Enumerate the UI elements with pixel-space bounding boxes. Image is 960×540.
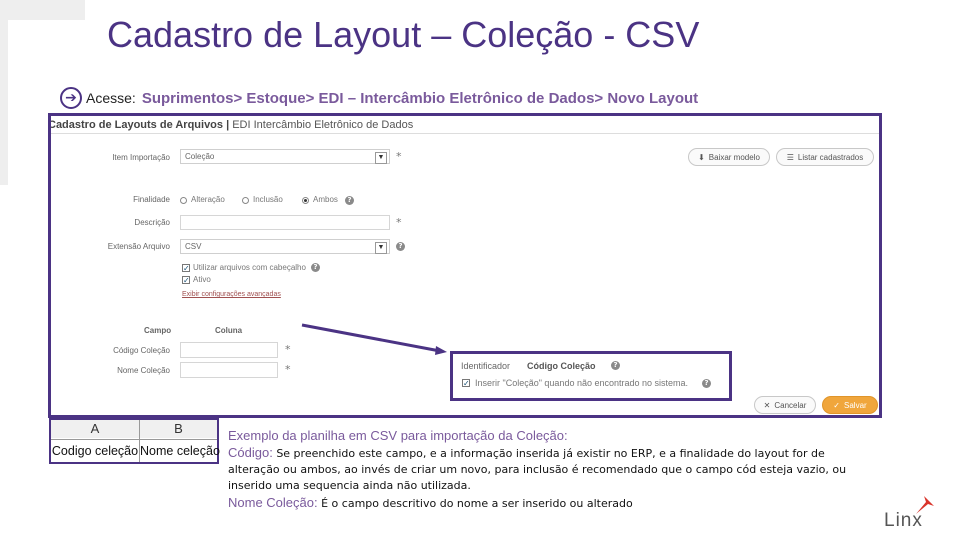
sheet-column-b: B [140, 420, 217, 438]
codigo-description-line2: alteração ou ambos, ao invés de criar um… [228, 463, 847, 476]
codigo-key: Código: [228, 445, 273, 460]
background-strip [0, 0, 85, 20]
nome-description: Nome Coleção: É o campo descritivo do no… [228, 495, 633, 510]
example-title: Exemplo da planilha em CSV para importaç… [228, 428, 568, 443]
nome-key: Nome Coleção: [228, 495, 318, 510]
navigation-path: ➔ Acesse: Suprimentos> Estoque> EDI – In… [60, 86, 698, 110]
csv-sample-sheet: A B Codigo celeção Nome celeção [49, 418, 220, 464]
linx-logo: Linx [884, 510, 923, 531]
nome-text: É o campo descritivo do nome a ser inser… [321, 497, 633, 510]
slide-title: Cadastro de Layout – Coleção - CSV [107, 14, 700, 55]
sheet-cell-b1: Nome celeção [140, 444, 220, 458]
codigo-description-line3: inserido uma sequencia ainda não utiliza… [228, 479, 471, 492]
path-prefix: Acesse: [86, 90, 136, 106]
codigo-description-line1: Código: Se preenchido este campo, e a in… [228, 445, 825, 460]
arrow-right-circle-icon: ➔ [60, 87, 82, 109]
sheet-cell-a1: Codigo celeção [51, 444, 139, 458]
background-strip-left [0, 20, 8, 185]
sheet-column-a: A [51, 420, 139, 438]
form-frame [48, 113, 882, 418]
path-breadcrumb: Suprimentos> Estoque> EDI – Intercâmbio … [141, 89, 699, 107]
codigo-text-line1: Se preenchido este campo, e a informação… [276, 447, 825, 460]
